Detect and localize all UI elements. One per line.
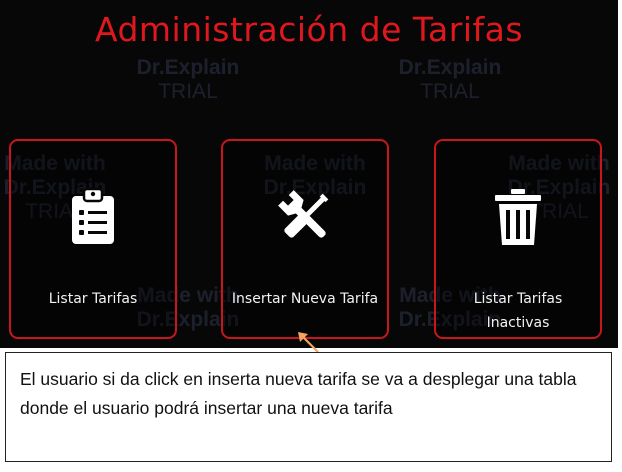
card-label: Listar Tarifas [48,291,138,307]
insert-tariff-card[interactable]: Insertar Nueva Tarifa [221,139,389,339]
annotation-text-box: El usuario si da click en inserta nueva … [5,352,612,462]
card-label: Listar Tarifas Inactivas [473,291,563,331]
wrench-screwdriver-icon [278,190,329,238]
list-tariffs-card[interactable]: Listar Tarifas [9,139,177,339]
watermark: Dr.Explain TRIAL [136,56,240,103]
clipboard-list-icon [72,187,114,244]
page-title: Administración de Tarifas [94,10,524,49]
list-inactive-tariffs-card[interactable]: Listar Tarifas Inactivas [434,139,602,339]
watermark: Dr.Explain TRIAL [398,56,502,103]
app-screen: Dr.Explain TRIAL Dr.Explain TRIAL Made wit… [0,0,618,348]
trash-icon [495,189,541,245]
card-label: Insertar Nueva Tarifa [231,291,379,307]
